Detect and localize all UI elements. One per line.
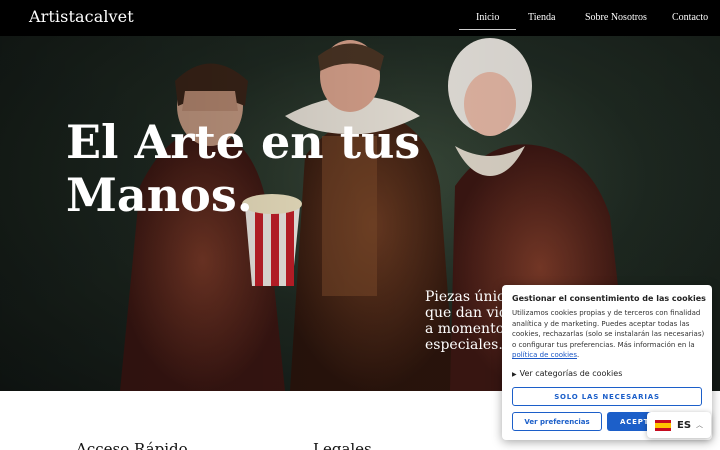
only-necessary-button[interactable]: SOLO LAS NECESARIAS — [512, 387, 702, 406]
language-selector[interactable]: ES ︿ — [647, 412, 711, 438]
cookie-categories-toggle[interactable]: ▶ Ver categorías de cookies — [512, 369, 622, 378]
cookie-dialog-text: Utilizamos cookies propias y de terceros… — [512, 308, 705, 361]
language-code: ES — [677, 419, 692, 431]
caret-right-icon: ▶ — [512, 371, 517, 378]
cookie-categories-label: Ver categorías de cookies — [519, 369, 623, 378]
nav-sobre-nosotros[interactable]: Sobre Nosotros — [585, 12, 647, 23]
chevron-up-icon: ︿ — [696, 421, 704, 429]
spain-flag-icon — [655, 419, 671, 431]
footer-heading-quick-access: Acceso Rápido — [76, 440, 188, 450]
nav-contacto[interactable]: Contacto — [672, 12, 708, 23]
cookie-body-text: Utilizamos cookies propias y de terceros… — [512, 309, 705, 349]
site-logo[interactable]: Artistacalvet — [29, 7, 134, 26]
cookie-dialog-title: Gestionar el consentimiento de las cooki… — [512, 294, 706, 303]
footer-heading-legal: Legales — [313, 440, 372, 450]
view-preferences-button[interactable]: Ver preferencias — [512, 412, 602, 431]
hero-title: El Arte en tus Manos. — [66, 115, 421, 222]
nav-tienda[interactable]: Tienda — [528, 12, 555, 23]
nav-inicio[interactable]: Inicio — [458, 12, 517, 30]
site-header: Artistacalvet Inicio Tienda Sobre Nosotr… — [0, 0, 720, 36]
cookie-policy-link[interactable]: política de cookies — [512, 351, 577, 359]
cookie-body-end: . — [577, 351, 580, 360]
